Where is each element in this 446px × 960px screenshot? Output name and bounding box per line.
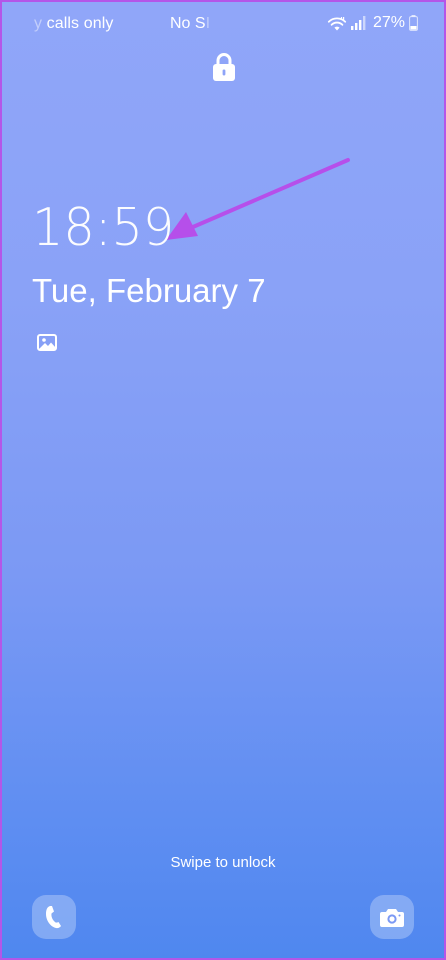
lock-clock: 18:59 — [32, 198, 175, 258]
phone-shortcut-button[interactable] — [32, 895, 76, 939]
battery-icon — [409, 15, 418, 31]
camera-icon — [380, 909, 404, 927]
arrow-annotation — [166, 158, 350, 240]
sim-status-text: No S — [170, 15, 206, 32]
carrier-label: y calls only — [34, 15, 113, 33]
sim-status-label: No SI — [170, 15, 210, 33]
lock-date: Tue, February 7 — [32, 272, 266, 309]
sim-status-faded: I — [205, 15, 211, 32]
carrier-label-faded: y — [34, 15, 43, 32]
lock-icon[interactable] — [211, 52, 237, 82]
status-bar: y calls only No SI 27% — [2, 2, 444, 46]
camera-shortcut-button[interactable] — [370, 895, 414, 939]
phone-icon — [46, 906, 61, 929]
wifi-icon — [327, 17, 347, 31]
lock-screen: y calls only No SI 27% 18:59 Tue, Februa… — [0, 0, 446, 960]
battery-percent: 27% — [372, 14, 405, 31]
signal-icon — [350, 16, 366, 30]
gallery-icon[interactable] — [36, 332, 58, 354]
swipe-hint: Swipe to unlock — [170, 854, 276, 871]
status-indicators: 27% — [327, 12, 418, 34]
carrier-label-text: calls only — [42, 15, 114, 32]
